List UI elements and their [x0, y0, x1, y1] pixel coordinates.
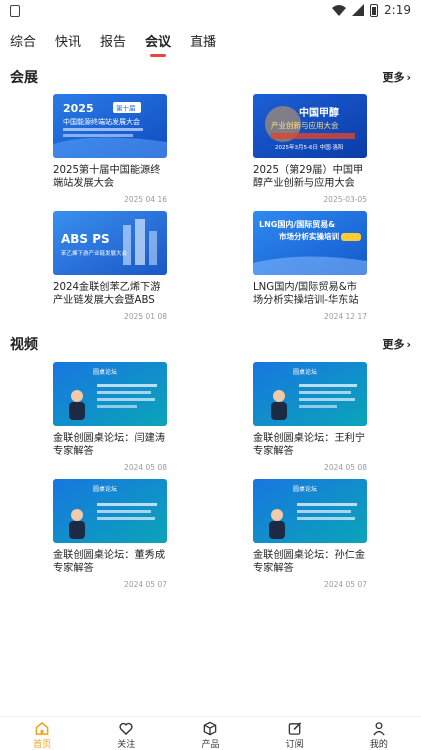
more-label: 更多: [382, 71, 405, 84]
tab-live[interactable]: 直播: [190, 33, 216, 57]
thumb-text: 圆桌论坛: [93, 485, 117, 493]
card-title: 2024金联创苯乙烯下游产业链发展大会暨ABS PS...: [53, 282, 161, 306]
meeting-thumbnail: 2025 第十届 中国能源终端站发展大会: [53, 94, 167, 158]
card-date: 2024 05 07: [324, 580, 367, 589]
more-button[interactable]: 更多 ›: [382, 69, 411, 85]
video-card[interactable]: 圆桌论坛 金联创圆桌论坛：王利宁专家解答 2024 05 08: [253, 362, 367, 472]
category-tabs: 综合 快讯 报告 会议 直播: [0, 33, 421, 59]
section-title: 会展: [10, 70, 38, 86]
tab-reports[interactable]: 报告: [100, 33, 126, 57]
battery-icon: [370, 3, 379, 17]
signal-icon: [352, 4, 365, 16]
status-time: 2:19: [384, 3, 411, 17]
heart-icon: [119, 722, 133, 736]
card-date: 2025-03-05: [323, 195, 367, 204]
meeting-thumbnail: 中国甲醇 产业创新与应用大会 2025年3月5-6日 中国·洛阳: [253, 94, 367, 158]
box-icon: [204, 721, 217, 736]
card-title: 金联创圆桌论坛：董秀成专家解答: [53, 550, 166, 574]
nav-label: 订阅: [285, 740, 304, 750]
thumb-text: 第十届: [116, 104, 136, 113]
card-title: 金联创圆桌论坛：闫建涛专家解答: [53, 433, 166, 457]
nav-home[interactable]: 首页: [12, 717, 72, 750]
thumb-text: 中国能源终端站发展大会: [63, 117, 140, 126]
home-icon: [35, 721, 49, 735]
meeting-thumbnail: LNG国内/国际贸易& 市场分析实操培训: [253, 211, 367, 275]
card-date: 2025 01 08: [124, 312, 167, 321]
card-date: 2024 05 08: [124, 463, 167, 472]
video-thumbnail: 圆桌论坛: [253, 479, 367, 543]
thumb-text: 圆桌论坛: [293, 368, 317, 376]
section-title: 视频: [10, 337, 38, 353]
nav-follow[interactable]: 关注: [96, 717, 156, 750]
edit-icon: [288, 722, 301, 735]
nav-label: 我的: [369, 740, 388, 750]
thumb-text: ABS PS: [61, 232, 110, 246]
thumb-text: 2025: [63, 102, 94, 115]
tab-general[interactable]: 综合: [10, 33, 36, 57]
card-date: 2024 05 08: [324, 463, 367, 472]
meeting-card[interactable]: 2025 第十届 中国能源终端站发展大会 2025第十届中国能源终端站发展大会 …: [53, 94, 167, 204]
meeting-thumbnail: ABS PS 苯乙烯下游产业链发展大会: [53, 211, 167, 275]
chevron-right-icon: ›: [406, 70, 411, 84]
thumb-text: LNG国内/国际贸易&: [259, 219, 335, 229]
tab-meetings[interactable]: 会议: [145, 33, 171, 57]
thumb-text: 苯乙烯下游产业链发展大会: [61, 249, 128, 257]
video-thumbnail: 圆桌论坛: [53, 479, 167, 543]
thumb-text: 产业创新与应用大会: [271, 120, 339, 130]
nav-subscribe[interactable]: 订阅: [265, 717, 325, 750]
thumb-text: 中国甲醇: [299, 106, 339, 119]
tab-news[interactable]: 快讯: [55, 33, 81, 57]
meeting-card[interactable]: ABS PS 苯乙烯下游产业链发展大会 2024金联创苯乙烯下游产业链发展大会暨…: [53, 211, 167, 321]
card-title: LNG国内/国际贸易&市场分析实操培训-华东站: [253, 282, 359, 306]
card-title: 2025（第29届）中国甲醇产业创新与应用大会: [253, 165, 364, 189]
video-thumbnail: 圆桌论坛: [53, 362, 167, 426]
thumb-text: 2025年3月5-6日 中国·洛阳: [275, 143, 343, 151]
wifi-icon: [332, 4, 347, 16]
card-title: 2025第十届中国能源终端站发展大会: [53, 165, 161, 189]
card-date: 2024 12 17: [324, 312, 367, 321]
section-header-videos: 视频 更多 ›: [0, 334, 421, 354]
nav-label: 首页: [33, 740, 52, 750]
video-card[interactable]: 圆桌论坛 金联创圆桌论坛：孙仁金专家解答 2024 05 07: [253, 479, 367, 589]
chevron-right-icon: ›: [406, 337, 411, 351]
more-button[interactable]: 更多 ›: [382, 336, 411, 352]
nav-profile[interactable]: 我的: [349, 717, 409, 750]
meeting-card[interactable]: 中国甲醇 产业创新与应用大会 2025年3月5-6日 中国·洛阳 2025（第2…: [253, 94, 367, 204]
meeting-card[interactable]: LNG国内/国际贸易& 市场分析实操培训 LNG国内/国际贸易&市场分析实操培训…: [253, 211, 367, 321]
bottom-nav: 首页 关注 产品 订阅 我的: [0, 716, 421, 750]
user-icon: [373, 722, 385, 736]
card-title: 金联创圆桌论坛：王利宁专家解答: [253, 433, 366, 457]
thumb-text: 圆桌论坛: [293, 485, 317, 493]
video-card[interactable]: 圆桌论坛 金联创圆桌论坛：闫建涛专家解答 2024 05 08: [53, 362, 167, 472]
thumb-text: 市场分析实操培训: [279, 231, 339, 241]
more-label: 更多: [382, 338, 405, 351]
video-card[interactable]: 圆桌论坛 金联创圆桌论坛：董秀成专家解答 2024 05 07: [53, 479, 167, 589]
nav-products[interactable]: 产品: [180, 717, 240, 750]
card-date: 2025 04 16: [124, 195, 167, 204]
status-bar: 2:19: [0, 0, 421, 24]
nav-label: 产品: [201, 740, 220, 750]
card-date: 2024 05 07: [124, 580, 167, 589]
nav-label: 关注: [117, 740, 136, 750]
video-thumbnail: 圆桌论坛: [253, 362, 367, 426]
section-header-meetings: 会展 更多 ›: [0, 67, 421, 87]
card-title: 金联创圆桌论坛：孙仁金专家解答: [253, 550, 366, 574]
sim-card-icon: [10, 5, 20, 17]
thumb-text: 圆桌论坛: [93, 368, 117, 376]
